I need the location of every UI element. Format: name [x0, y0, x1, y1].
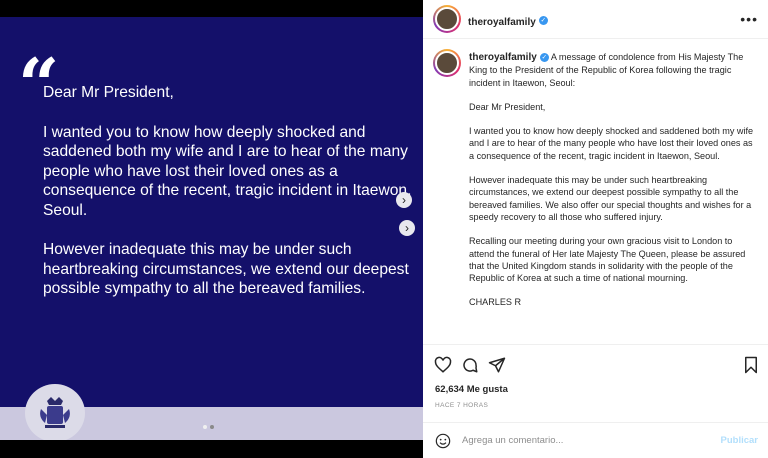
royal-crest-icon [25, 384, 85, 440]
slide-paragraph: I wanted you to know how deeply shocked … [43, 123, 412, 219]
more-icon[interactable]: ••• [740, 11, 758, 27]
bookmark-icon[interactable] [741, 355, 761, 375]
post-comment-button[interactable]: Publicar [721, 435, 759, 446]
caption-area: theroyalfamily ✓ A message of condolence … [423, 40, 768, 345]
caption-paragraph: I wanted you to know how deeply shocked … [469, 126, 754, 161]
post-actions [423, 346, 768, 386]
carousel-slide[interactable]: “ Dear Mr President, I wanted you to kno… [0, 17, 423, 440]
caption-text: theroyalfamily ✓ A message of condolence … [469, 51, 759, 321]
share-icon[interactable] [487, 355, 507, 375]
slide-paragraph: Dear Mr President, [43, 84, 174, 101]
next-slide-button[interactable]: › [399, 220, 415, 236]
carousel-dot [203, 425, 207, 429]
avatar[interactable] [433, 5, 461, 33]
heart-icon[interactable] [433, 355, 453, 375]
verified-icon: ✓ [538, 16, 548, 26]
caption-signature: CHARLES R [469, 297, 522, 308]
slide-letter-text: Dear Mr President, I wanted you to know … [43, 83, 415, 319]
post-media: “ Dear Mr President, I wanted you to kno… [0, 0, 423, 458]
emoji-icon[interactable] [435, 433, 451, 454]
carousel-dot [210, 425, 214, 429]
caption-paragraph: However inadequate this may be under suc… [469, 175, 752, 222]
caption-intro: theroyalfamily ✓ A message of condolence … [469, 51, 759, 89]
verified-icon: ✓ [539, 53, 549, 63]
caption-avatar[interactable] [433, 49, 461, 77]
caption-paragraph: Recalling our meeting during your own gr… [469, 236, 746, 284]
post-side-panel: theroyalfamily ✓ ••• theroyalfamily ✓ A me… [423, 0, 768, 458]
caption-paragraph: Dear Mr President, [469, 101, 546, 112]
carousel-dots [203, 425, 214, 429]
comment-bar: Agrega un comentario... Publicar [423, 422, 768, 458]
comment-icon[interactable] [460, 355, 480, 375]
likes-count[interactable]: 62,634 Me gusta [435, 384, 508, 395]
post-header: theroyalfamily ✓ ••• [423, 0, 768, 39]
username-link[interactable]: theroyalfamily [468, 17, 536, 28]
header-user: theroyalfamily ✓ [468, 12, 548, 30]
post-time: HACE 7 HORAS [435, 402, 489, 409]
slide-paragraph: However inadequate this may be under suc… [43, 241, 409, 297]
next-arrow-icon[interactable]: › [396, 192, 412, 208]
caption-username-link[interactable]: theroyalfamily [469, 52, 537, 63]
comment-input[interactable]: Agrega un comentario... [462, 435, 563, 446]
